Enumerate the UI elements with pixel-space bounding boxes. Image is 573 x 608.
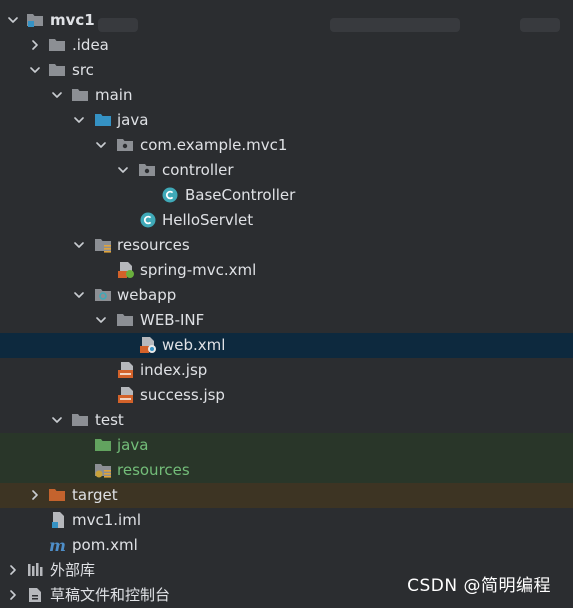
tree-item-label: resources bbox=[117, 236, 190, 254]
chevron-down-icon[interactable] bbox=[71, 233, 87, 258]
tree-row-spring-mvc-xml[interactable]: spring-mvc.xml bbox=[0, 258, 573, 283]
tree-item-label: index.jsp bbox=[140, 361, 208, 379]
chevron-down-icon[interactable] bbox=[49, 408, 65, 433]
tree-item-label: 草稿文件和控制台 bbox=[50, 586, 171, 604]
source-folder-icon bbox=[94, 111, 112, 129]
tree-item-label: HelloServlet bbox=[162, 211, 254, 229]
tree-row-test[interactable]: test bbox=[0, 408, 573, 433]
test-source-folder-icon bbox=[94, 436, 112, 454]
tree-row-test-resources[interactable]: resources bbox=[0, 458, 573, 483]
web-folder-icon bbox=[94, 286, 112, 304]
tree-item-label: 外部库 bbox=[50, 561, 96, 579]
tree-item-label: webapp bbox=[117, 286, 177, 304]
obscured-path-text bbox=[520, 18, 560, 32]
chevron-down-icon[interactable] bbox=[5, 8, 21, 33]
tree-row-webapp[interactable]: webapp bbox=[0, 283, 573, 308]
tree-row-pom-xml[interactable]: pom.xml bbox=[0, 533, 573, 558]
obscured-path-text bbox=[98, 18, 138, 32]
tree-row-src[interactable]: src bbox=[0, 58, 573, 83]
tree-item-label: mvc1.iml bbox=[72, 511, 141, 529]
tree-row-base-controller[interactable]: BaseController bbox=[0, 183, 573, 208]
tree-item-label: test bbox=[95, 411, 124, 429]
package-icon bbox=[116, 136, 134, 154]
test-resources-folder-icon bbox=[94, 461, 112, 479]
resources-folder-icon bbox=[94, 236, 112, 254]
project-tree: mvc1 .idea src main java com.example.mvc… bbox=[0, 8, 573, 608]
tree-row-hello-servlet[interactable]: HelloServlet bbox=[0, 208, 573, 233]
chevron-down-icon[interactable] bbox=[115, 158, 131, 183]
tree-item-label: resources bbox=[117, 461, 190, 479]
project-name: mvc1 bbox=[50, 11, 95, 29]
tree-item-label: controller bbox=[162, 161, 234, 179]
tree-row-test-java[interactable]: java bbox=[0, 433, 573, 458]
module-folder-icon bbox=[26, 11, 44, 29]
tree-item-label: .idea bbox=[72, 36, 109, 54]
java-class-icon bbox=[139, 211, 157, 229]
tree-row-mvc1-iml[interactable]: mvc1.iml bbox=[0, 508, 573, 533]
tree-row-controller[interactable]: controller bbox=[0, 158, 573, 183]
chevron-down-icon[interactable] bbox=[71, 108, 87, 133]
tree-row-package[interactable]: com.example.mvc1 bbox=[0, 133, 573, 158]
tree-row-main[interactable]: main bbox=[0, 83, 573, 108]
scratch-file-icon bbox=[26, 586, 44, 604]
tree-item-label: BaseController bbox=[185, 186, 296, 204]
folder-icon bbox=[71, 411, 89, 429]
tree-row-web-inf[interactable]: WEB-INF bbox=[0, 308, 573, 333]
obscured-path-text bbox=[330, 18, 460, 32]
tree-row-index-jsp[interactable]: index.jsp bbox=[0, 358, 573, 383]
chevron-down-icon[interactable] bbox=[93, 133, 109, 158]
tree-row-target[interactable]: target bbox=[0, 483, 573, 508]
tree-row-java[interactable]: java bbox=[0, 108, 573, 133]
tree-item-label: success.jsp bbox=[140, 386, 225, 404]
web-xml-file-icon bbox=[139, 336, 157, 354]
tree-item-label: spring-mvc.xml bbox=[140, 261, 257, 279]
tree-row-resources[interactable]: resources bbox=[0, 233, 573, 258]
java-class-icon bbox=[161, 186, 179, 204]
chevron-right-icon[interactable] bbox=[27, 33, 43, 58]
package-icon bbox=[138, 161, 156, 179]
spring-xml-file-icon bbox=[117, 261, 135, 279]
tree-item-label: java bbox=[117, 111, 149, 129]
tree-item-label: pom.xml bbox=[72, 536, 138, 554]
tree-item-label: src bbox=[72, 61, 94, 79]
chevron-down-icon[interactable] bbox=[93, 308, 109, 333]
folder-icon bbox=[48, 61, 66, 79]
tree-row-project[interactable]: mvc1 bbox=[0, 8, 573, 33]
tree-item-label: WEB-INF bbox=[140, 311, 205, 329]
folder-icon bbox=[48, 36, 66, 54]
tree-item-label: java bbox=[117, 436, 149, 454]
chevron-right-icon[interactable] bbox=[5, 583, 21, 608]
folder-icon bbox=[71, 86, 89, 104]
jsp-file-icon bbox=[117, 361, 135, 379]
tree-item-label: web.xml bbox=[162, 336, 226, 354]
tree-row-idea[interactable]: .idea bbox=[0, 33, 573, 58]
tree-row-web-xml[interactable]: web.xml bbox=[0, 333, 573, 358]
tree-row-success-jsp[interactable]: success.jsp bbox=[0, 383, 573, 408]
chevron-down-icon[interactable] bbox=[71, 283, 87, 308]
chevron-down-icon[interactable] bbox=[27, 58, 43, 83]
iml-file-icon bbox=[49, 511, 67, 529]
tree-item-label: com.example.mvc1 bbox=[140, 136, 288, 154]
chevron-down-icon[interactable] bbox=[49, 83, 65, 108]
tree-item-label: target bbox=[72, 486, 118, 504]
maven-icon bbox=[48, 536, 66, 554]
jsp-file-icon bbox=[117, 386, 135, 404]
chevron-right-icon[interactable] bbox=[27, 483, 43, 508]
folder-icon bbox=[116, 311, 134, 329]
watermark: CSDN @简明编程 bbox=[407, 576, 551, 596]
chevron-right-icon[interactable] bbox=[5, 558, 21, 583]
library-icon bbox=[26, 561, 44, 579]
tree-item-label: main bbox=[95, 86, 133, 104]
excluded-folder-icon bbox=[48, 486, 66, 504]
